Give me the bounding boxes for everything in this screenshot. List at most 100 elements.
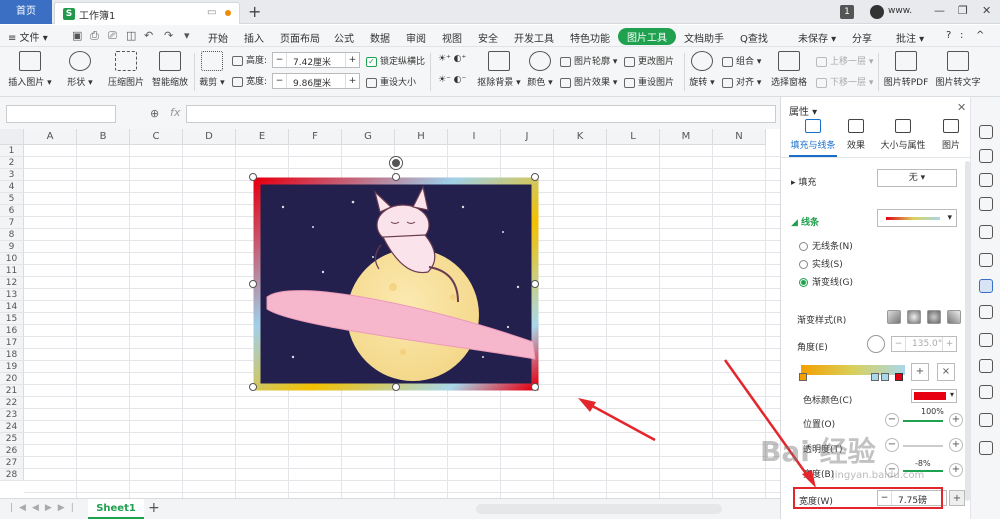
properties-icon[interactable] (979, 279, 993, 293)
line-color-dropdown[interactable]: ▾ (877, 209, 957, 227)
column-header[interactable]: L (607, 129, 660, 145)
row-header[interactable]: 16 (0, 325, 24, 337)
search-command[interactable]: Q查找 (740, 30, 768, 45)
column-header[interactable]: C (130, 129, 183, 145)
insert-picture-button[interactable]: 插入图片 ▾ (8, 51, 52, 88)
width-stepper[interactable]: − 9.86厘米 + (272, 73, 360, 89)
resize-handle[interactable] (249, 173, 257, 181)
menu-developer[interactable]: 开发工具 (514, 30, 554, 45)
no-line-radio[interactable]: 无线条(N) (799, 239, 853, 252)
gradient-stop-handle[interactable] (799, 373, 807, 381)
transparency-decrease-button[interactable]: − (885, 438, 899, 452)
column-header[interactable]: G (342, 129, 395, 145)
close-icon[interactable]: ✕ (982, 4, 991, 17)
position-slider[interactable] (903, 420, 943, 422)
column-header[interactable]: M (660, 129, 713, 145)
fill-dropdown[interactable]: 无 ▾ (877, 169, 957, 187)
tools-icon[interactable] (979, 441, 993, 455)
menu-security[interactable]: 安全 (478, 30, 498, 45)
gradient-stop-handle-selected[interactable] (895, 373, 903, 381)
shape-button[interactable]: 形状 ▾ (64, 51, 96, 88)
column-header[interactable]: E (236, 129, 289, 145)
preview-icon[interactable]: ◫ (126, 29, 136, 42)
column-header[interactable]: A (24, 129, 77, 145)
row-header[interactable]: 22 (0, 397, 24, 409)
edit-icon[interactable] (979, 225, 993, 239)
column-header[interactable]: F (289, 129, 342, 145)
horizontal-scrollbar[interactable] (476, 504, 722, 514)
undo-icon[interactable]: ↶ (144, 29, 153, 42)
home-tab[interactable]: 首页 (0, 0, 52, 24)
resize-handle[interactable] (392, 173, 400, 181)
angle-dial-icon[interactable] (867, 335, 885, 353)
tab-fill-line[interactable]: 填充与线条 (787, 119, 839, 151)
brightness-increase-button[interactable]: + (949, 463, 963, 477)
tab-picture[interactable]: 图片 (939, 119, 963, 151)
height-increase-button[interactable]: + (345, 53, 359, 67)
row-header[interactable]: 18 (0, 349, 24, 361)
row-header[interactable]: 20 (0, 373, 24, 385)
resize-handle[interactable] (392, 383, 400, 391)
reset-picture-button[interactable]: 重设图片 (624, 75, 674, 88)
column-header[interactable]: H (395, 129, 448, 145)
sheet-nav-icon[interactable]: |◀◀▶▶| (10, 503, 80, 513)
picture-to-text-button[interactable]: 图片转文字 (934, 51, 982, 88)
column-header[interactable]: J (501, 129, 554, 145)
angle-increase-button[interactable]: + (942, 337, 956, 351)
row-header[interactable]: 27 (0, 457, 24, 469)
row-header[interactable]: 8 (0, 229, 24, 241)
row-header[interactable]: 21 (0, 385, 24, 397)
tab-effects[interactable]: 效果 (843, 119, 869, 151)
gradient-line-radio[interactable]: 渐变线(G) (799, 275, 853, 288)
menu-features[interactable]: 特色功能 (570, 30, 610, 45)
width-increase-button[interactable]: + (345, 74, 359, 88)
resize-handle[interactable] (531, 280, 539, 288)
row-header[interactable]: 5 (0, 193, 24, 205)
resize-handle[interactable] (531, 173, 539, 181)
row-header[interactable]: 23 (0, 409, 24, 421)
settings-icon[interactable] (979, 385, 993, 399)
selected-picture[interactable] (249, 157, 539, 391)
row-header[interactable]: 17 (0, 337, 24, 349)
menu-page-layout[interactable]: 页面布局 (280, 30, 320, 45)
comment-icon[interactable] (979, 359, 993, 373)
fill-section-toggle[interactable]: ▸ 填充 (791, 175, 816, 188)
redo-icon[interactable]: ↷ (164, 29, 173, 42)
print-icon[interactable]: ⎚ (108, 29, 117, 43)
menu-review[interactable]: 审阅 (406, 30, 426, 45)
row-header[interactable]: 3 (0, 169, 24, 181)
row-header[interactable]: 4 (0, 181, 24, 193)
minimize-icon[interactable]: — (934, 4, 945, 17)
collapse-ribbon-icon[interactable]: ^ (976, 30, 984, 41)
picture-to-pdf-button[interactable]: 图片转PDF (882, 51, 930, 88)
row-header[interactable]: 26 (0, 445, 24, 457)
lock-ratio-checkbox[interactable]: ✓ 锁定纵横比 (366, 54, 425, 67)
row-header[interactable]: 28 (0, 469, 24, 481)
line-section-toggle[interactable]: ◢ 线条 (791, 215, 819, 228)
row-header[interactable]: 9 (0, 241, 24, 253)
maximize-icon[interactable]: ❐ (958, 4, 968, 17)
pane-title[interactable]: 属性 ▾ (789, 103, 817, 118)
user-name[interactable]: www. (888, 6, 912, 16)
send-backward-button[interactable]: 下移一层 ▾ (816, 75, 873, 88)
align-button[interactable]: 对齐 ▾ (722, 75, 761, 88)
color-button[interactable]: 颜色 ▾ (526, 51, 554, 88)
row-header[interactable]: 10 (0, 253, 24, 265)
position-decrease-button[interactable]: − (885, 413, 899, 427)
column-header[interactable]: I (448, 129, 501, 145)
new-tab-button[interactable]: + (248, 2, 261, 21)
brightness-up-icon[interactable]: ☀⁺ ◐⁺ (438, 54, 466, 64)
height-decrease-button[interactable]: − (273, 53, 287, 67)
menu-view[interactable]: 视图 (442, 30, 462, 45)
document-tab[interactable]: S 工作簿1 ▭ (54, 2, 240, 24)
style-icon[interactable] (979, 197, 993, 211)
transparency-increase-button[interactable]: + (949, 438, 963, 452)
function-icon[interactable]: fx (170, 106, 180, 119)
add-sheet-button[interactable]: + (148, 500, 160, 516)
selection-pane-button[interactable]: 选择窗格 (768, 51, 810, 88)
row-header[interactable]: 1 (0, 145, 24, 157)
menu-doc-assistant[interactable]: 文档助手 (684, 30, 724, 45)
export-icon[interactable]: ⎙ (90, 29, 99, 43)
menu-formula[interactable]: 公式 (334, 30, 354, 45)
rotate-button[interactable]: 旋转 ▾ (688, 51, 716, 88)
